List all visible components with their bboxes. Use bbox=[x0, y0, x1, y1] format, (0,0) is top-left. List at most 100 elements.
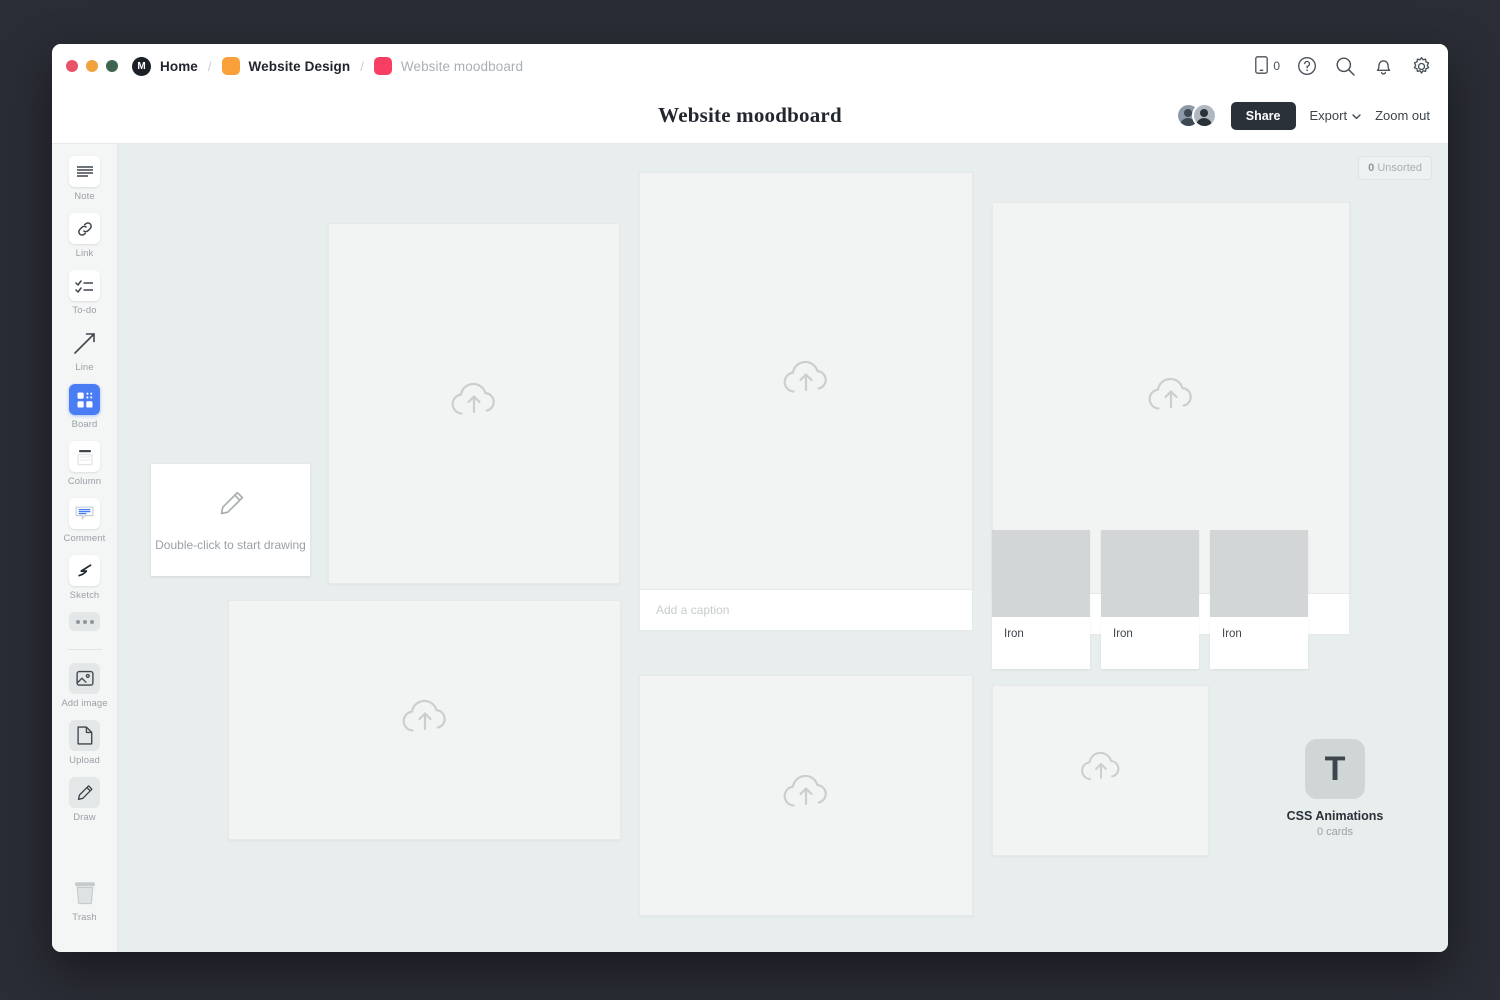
trash-icon bbox=[69, 877, 100, 908]
sidebar-label-link: To-do bbox=[72, 305, 96, 316]
column-icon bbox=[69, 441, 100, 472]
project-swatch-icon bbox=[222, 57, 240, 75]
cloud-upload-icon bbox=[1078, 749, 1124, 792]
color-swatch-card-1[interactable]: Iron bbox=[992, 530, 1090, 669]
breadcrumb: M Home / Website Design / Website moodbo… bbox=[132, 57, 523, 76]
export-menu-button[interactable]: Export bbox=[1310, 108, 1362, 123]
link-icon bbox=[69, 213, 100, 244]
maximize-window-button[interactable] bbox=[106, 60, 118, 72]
sidebar-item-upload[interactable]: Upload bbox=[52, 720, 117, 766]
sidebar-label-trash: Trash bbox=[72, 912, 96, 923]
todo-icon bbox=[69, 270, 100, 301]
unsorted-count: 0 bbox=[1368, 162, 1374, 174]
sidebar-label-note: Note bbox=[74, 191, 94, 202]
drawing-card[interactable]: Double-click to start drawing bbox=[151, 464, 310, 576]
swatch-name: Iron bbox=[992, 617, 1090, 651]
swatch-color-chip bbox=[992, 530, 1090, 617]
milanote-logo-icon: M bbox=[132, 57, 151, 76]
sidebar-label-upload: Upload bbox=[69, 755, 100, 766]
sidebar-item-trash[interactable]: Trash bbox=[52, 877, 117, 923]
header-actions: Share Export Zoom out bbox=[1176, 102, 1430, 130]
sidebar-label-line: Line bbox=[75, 362, 93, 373]
sidebar-item-comment[interactable]: Comment bbox=[52, 498, 117, 544]
image-card-1[interactable] bbox=[328, 223, 620, 584]
sketch-icon bbox=[69, 555, 100, 586]
tool-sidebar: Note Link bbox=[52, 144, 118, 952]
collaborator-avatars[interactable] bbox=[1176, 103, 1217, 128]
breadcrumb-current-label: Website moodboard bbox=[401, 59, 523, 74]
breadcrumb-item-current[interactable]: Website moodboard bbox=[374, 57, 523, 75]
cloud-upload-icon bbox=[1145, 375, 1197, 422]
board-swatch-icon bbox=[374, 57, 392, 75]
sidebar-item-todo[interactable]: To-do bbox=[52, 270, 117, 316]
mobile-devices-button[interactable]: 0 bbox=[1255, 56, 1280, 77]
image-card-6[interactable] bbox=[992, 685, 1209, 856]
color-swatch-card-2[interactable]: Iron bbox=[1101, 530, 1199, 669]
sidebar-label-draw: Draw bbox=[73, 812, 96, 823]
sidebar-label-column: Column bbox=[68, 476, 101, 487]
sidebar-item-link[interactable]: Link bbox=[52, 213, 117, 259]
image-card-2[interactable] bbox=[228, 600, 621, 840]
sidebar-label-comment: Comment bbox=[64, 533, 106, 544]
zoom-out-button[interactable]: Zoom out bbox=[1375, 108, 1430, 123]
breadcrumb-item-project[interactable]: Website Design bbox=[222, 57, 351, 75]
more-horizontal-icon bbox=[69, 612, 100, 631]
cloud-upload-icon bbox=[780, 358, 832, 405]
sidebar-item-note[interactable]: Note bbox=[52, 156, 117, 202]
unsorted-badge[interactable]: 0 Unsorted bbox=[1358, 156, 1432, 180]
title-bar: M Home / Website Design / Website moodbo… bbox=[52, 44, 1448, 88]
note-icon bbox=[69, 156, 100, 187]
breadcrumb-project-label: Website Design bbox=[249, 59, 351, 74]
sidebar-item-column[interactable]: Column bbox=[52, 441, 117, 487]
swatch-name: Iron bbox=[1210, 617, 1308, 651]
breadcrumb-home-label: Home bbox=[160, 59, 198, 74]
sidebar-item-more[interactable] bbox=[52, 612, 117, 631]
bell-icon[interactable] bbox=[1372, 55, 1394, 77]
sidebar-divider bbox=[68, 649, 102, 650]
sidebar-label-sketch: Sketch bbox=[70, 590, 100, 601]
traffic-lights bbox=[66, 60, 118, 72]
text-folder-icon: T bbox=[1305, 739, 1365, 799]
breadcrumb-separator-1: / bbox=[207, 59, 213, 74]
sidebar-label-todo: Link bbox=[76, 248, 94, 259]
board-canvas[interactable]: 0 Unsorted bbox=[118, 144, 1448, 952]
breadcrumb-item-home[interactable]: M Home bbox=[132, 57, 198, 76]
chevron-down-icon bbox=[1352, 108, 1361, 123]
app-window: M Home / Website Design / Website moodbo… bbox=[52, 44, 1448, 952]
board-icon bbox=[69, 384, 100, 415]
breadcrumb-separator-2: / bbox=[359, 59, 365, 74]
comment-icon bbox=[69, 498, 100, 529]
color-swatch-card-3[interactable]: Iron bbox=[1210, 530, 1308, 669]
folder-title: CSS Animations bbox=[1259, 809, 1411, 823]
image-card-3-caption[interactable]: Add a caption bbox=[639, 590, 973, 631]
swatch-color-chip bbox=[1101, 530, 1199, 617]
share-button[interactable]: Share bbox=[1231, 102, 1296, 130]
sidebar-item-add-image[interactable]: Add image bbox=[52, 663, 117, 709]
image-card-3[interactable]: Add a caption bbox=[639, 172, 973, 638]
mobile-icon bbox=[1255, 56, 1268, 77]
mobile-device-count: 0 bbox=[1273, 59, 1280, 73]
image-card-4[interactable] bbox=[639, 675, 973, 916]
drawing-card-hint: Double-click to start drawing bbox=[155, 538, 306, 552]
folder-card-css-animations[interactable]: T CSS Animations 0 cards bbox=[1259, 739, 1411, 838]
swatch-color-chip bbox=[1210, 530, 1308, 617]
sidebar-item-sketch[interactable]: Sketch bbox=[52, 555, 117, 601]
pencil-icon bbox=[69, 777, 100, 808]
minimize-window-button[interactable] bbox=[86, 60, 98, 72]
cloud-upload-icon bbox=[448, 380, 500, 427]
sidebar-item-line[interactable]: Line bbox=[52, 327, 117, 373]
gear-icon[interactable] bbox=[1410, 55, 1432, 77]
avatar[interactable] bbox=[1192, 103, 1217, 128]
image-card-3-thumb[interactable] bbox=[639, 172, 973, 590]
help-circle-icon[interactable] bbox=[1296, 55, 1318, 77]
sidebar-item-board[interactable]: Board bbox=[52, 384, 117, 430]
folder-card-count: 0 cards bbox=[1259, 826, 1411, 838]
search-icon[interactable] bbox=[1334, 55, 1356, 77]
cloud-upload-icon bbox=[780, 772, 832, 819]
sidebar-label-board: Board bbox=[72, 419, 98, 430]
unsorted-label: Unsorted bbox=[1377, 162, 1422, 174]
close-window-button[interactable] bbox=[66, 60, 78, 72]
file-upload-icon bbox=[69, 720, 100, 751]
sidebar-item-draw[interactable]: Draw bbox=[52, 777, 117, 823]
board-header: Website moodboard Share Export Zoom out bbox=[52, 88, 1448, 144]
